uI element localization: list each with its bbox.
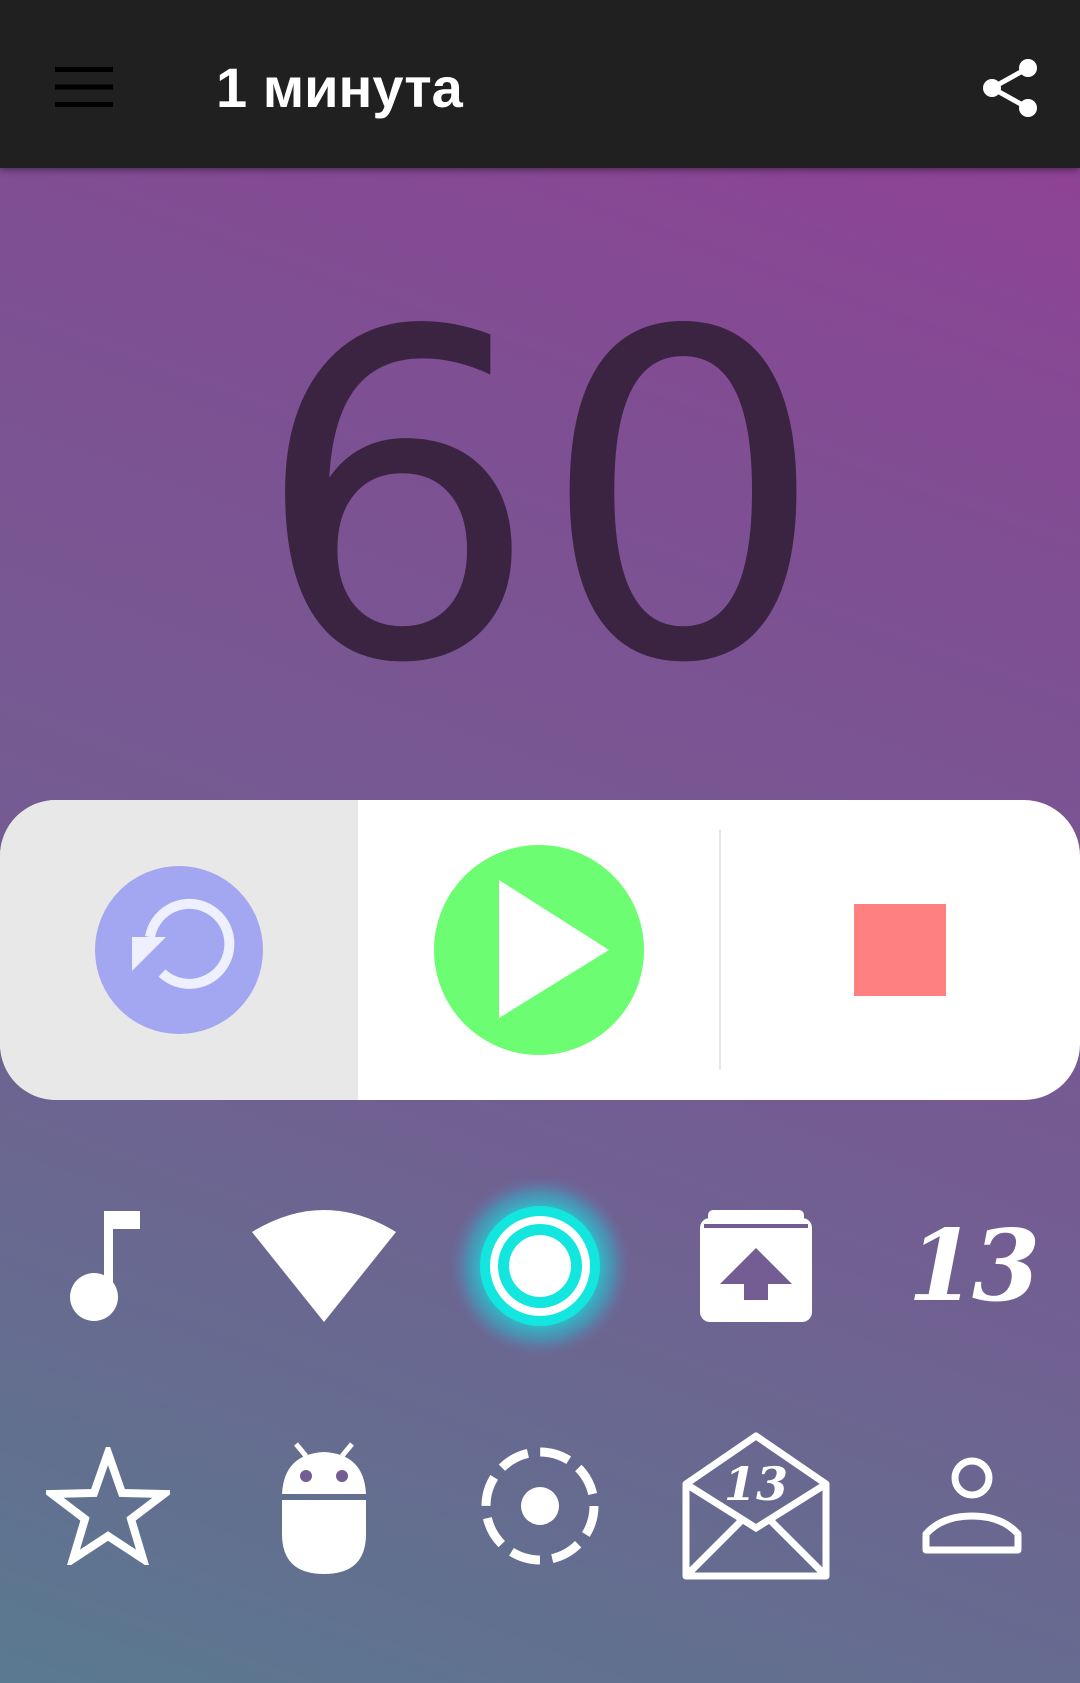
star-button[interactable] xyxy=(8,1406,208,1606)
stop-button[interactable] xyxy=(720,800,1080,1100)
controls-panel xyxy=(0,800,1080,1100)
icon-row-1: 13 xyxy=(0,1166,1080,1366)
archive-upload-icon xyxy=(700,1210,812,1322)
mail-13-icon: 13 xyxy=(682,1432,830,1580)
play-icon xyxy=(434,845,644,1055)
icon-row-2: 13 xyxy=(0,1406,1080,1606)
hamburger-menu-icon xyxy=(55,67,113,107)
share-button[interactable] xyxy=(972,50,1048,126)
number-13-icon: 13 xyxy=(907,1208,1040,1324)
stop-icon xyxy=(854,904,946,996)
wifi-signal-icon xyxy=(252,1210,396,1322)
star-outline-icon xyxy=(46,1447,170,1565)
archive-upload-button[interactable] xyxy=(656,1166,856,1366)
app-bar: 1 минута xyxy=(0,0,1080,168)
android-button[interactable] xyxy=(224,1406,424,1606)
timer-display: 60 xyxy=(253,238,827,762)
radio-target-icon xyxy=(448,1174,632,1358)
share-icon xyxy=(983,59,1037,117)
menu-button[interactable] xyxy=(44,52,124,122)
music-button[interactable] xyxy=(8,1166,208,1366)
android-icon xyxy=(282,1442,366,1574)
replay-icon xyxy=(95,866,263,1034)
music-note-icon xyxy=(70,1211,140,1321)
person-outline-icon xyxy=(922,1457,1022,1554)
reset-button[interactable] xyxy=(0,800,358,1100)
person-button[interactable] xyxy=(872,1406,1072,1606)
mail-badge-label: 13 xyxy=(724,1457,788,1511)
wifi-button[interactable] xyxy=(224,1166,424,1366)
play-button[interactable] xyxy=(358,800,720,1100)
dashed-circle-icon xyxy=(481,1447,599,1565)
radio-target-button[interactable] xyxy=(440,1166,640,1366)
number-13-button[interactable]: 13 xyxy=(872,1166,1072,1366)
dashed-circle-button[interactable] xyxy=(440,1406,640,1606)
mail-13-button[interactable]: 13 xyxy=(656,1406,856,1606)
page-title: 1 минута xyxy=(216,56,463,119)
